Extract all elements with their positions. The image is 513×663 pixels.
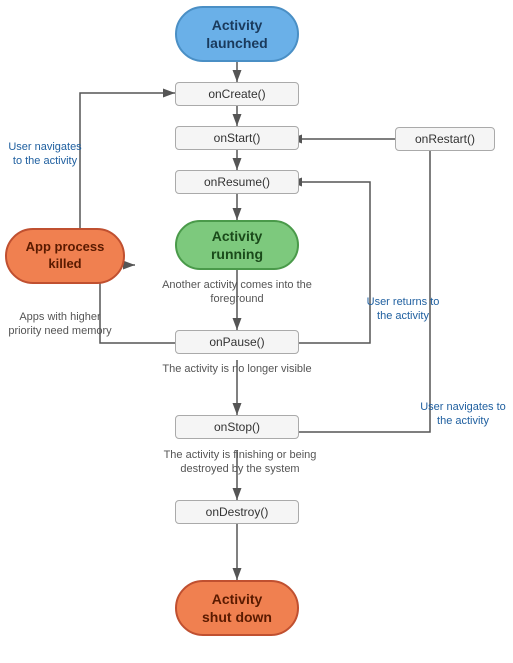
activity-running-node: Activity running: [175, 220, 299, 270]
another-activity-label: Another activity comes into the foregrou…: [152, 278, 322, 307]
on-pause-node: onPause(): [175, 330, 299, 354]
no-longer-visible-label: The activity is no longer visible: [152, 362, 322, 376]
on-stop-node: onStop(): [175, 415, 299, 439]
apps-higher-priority-label: Apps with higher priority need memory: [5, 310, 115, 339]
user-returns-label: User returns to the activity: [358, 295, 448, 324]
activity-launched-node: Activity launched: [175, 6, 299, 62]
app-process-killed-node: App process killed: [5, 228, 125, 284]
on-create-node: onCreate(): [175, 82, 299, 106]
on-start-node: onStart(): [175, 126, 299, 150]
on-restart-node: onRestart(): [395, 127, 495, 151]
user-navigates-label-1: User navigates to the activity: [5, 140, 85, 169]
finishing-label: The activity is finishing or being destr…: [140, 448, 340, 477]
on-destroy-node: onDestroy(): [175, 500, 299, 524]
activity-shutdown-node: Activity shut down: [175, 580, 299, 636]
on-resume-node: onResume(): [175, 170, 299, 194]
activity-lifecycle-diagram: Activity launched onCreate() onStart() o…: [0, 0, 513, 663]
user-navigates-label-2: User navigates to the activity: [418, 400, 508, 429]
